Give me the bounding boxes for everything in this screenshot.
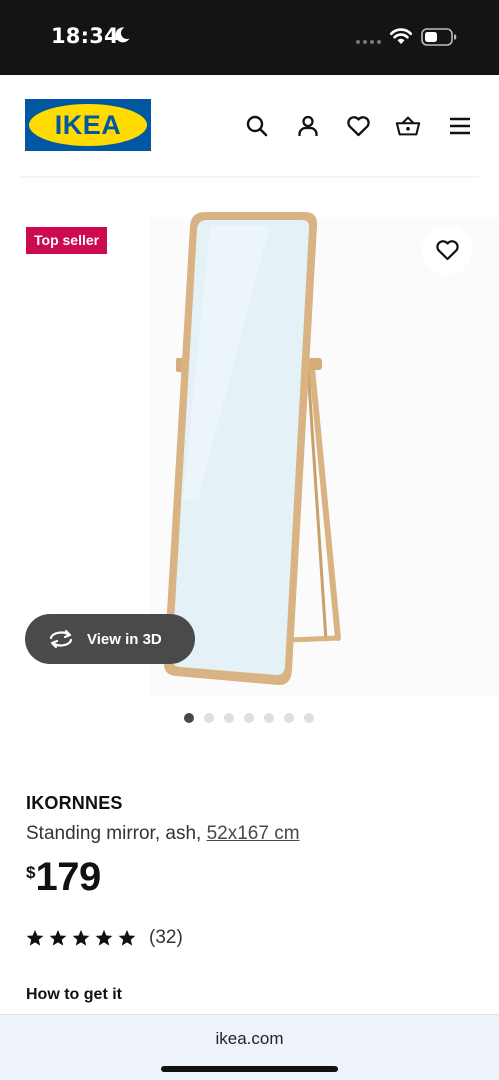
account-icon[interactable] xyxy=(295,113,321,139)
rating-stars xyxy=(26,929,136,947)
search-icon[interactable] xyxy=(244,113,270,139)
pager-dot[interactable] xyxy=(204,713,214,723)
image-pager[interactable] xyxy=(184,713,314,723)
pager-dot[interactable] xyxy=(224,713,234,723)
heart-icon[interactable] xyxy=(345,113,371,139)
pager-dot[interactable] xyxy=(304,713,314,723)
product-type: Standing mirror, ash, xyxy=(26,823,207,844)
moon-icon xyxy=(115,27,130,43)
ikea-logo[interactable]: IKEA xyxy=(25,99,151,151)
star-icon xyxy=(72,929,90,946)
rating-count[interactable]: (32) xyxy=(149,927,183,949)
star-icon xyxy=(26,929,44,946)
how-to-get-it-heading: How to get it xyxy=(26,986,122,1003)
pager-dot[interactable] xyxy=(264,713,274,723)
price-currency: $ xyxy=(26,863,36,882)
star-icon xyxy=(118,929,136,946)
pager-dot[interactable] xyxy=(284,713,294,723)
menu-icon[interactable] xyxy=(447,113,473,139)
rotate-3d-icon xyxy=(49,629,73,649)
view-in-3d-button[interactable]: View in 3D xyxy=(25,614,195,664)
product-name: IKORNNES xyxy=(26,793,123,813)
view-in-3d-label: View in 3D xyxy=(87,630,162,648)
pager-dot[interactable] xyxy=(244,713,254,723)
star-icon xyxy=(49,929,67,946)
home-indicator xyxy=(161,1066,338,1072)
product-image-gallery[interactable]: Top seller View in 3D xyxy=(0,200,499,696)
site-header: IKEA xyxy=(0,75,499,175)
signal-dots-icon xyxy=(356,40,381,44)
heart-icon xyxy=(435,240,459,261)
status-time: 18:34 xyxy=(51,24,119,48)
basket-icon[interactable] xyxy=(395,113,421,139)
product-size-link[interactable]: 52x167 cm xyxy=(207,823,300,844)
wifi-icon xyxy=(389,28,413,44)
add-to-favourites-button[interactable] xyxy=(422,225,472,275)
star-icon xyxy=(95,929,113,946)
status-bar: 18:34 xyxy=(0,0,499,75)
product-rating[interactable]: (32) xyxy=(26,927,183,949)
browser-address-bar[interactable]: ikea.com xyxy=(0,1014,499,1080)
top-seller-badge: Top seller xyxy=(26,227,108,254)
header-divider xyxy=(20,176,479,178)
product-description: Standing mirror, ash, 52x167 cm xyxy=(26,823,300,845)
svg-text:IKEA: IKEA xyxy=(55,110,122,140)
pager-dot-active[interactable] xyxy=(184,713,194,723)
battery-icon xyxy=(421,28,457,46)
price-amount: 179 xyxy=(35,855,101,899)
address-url[interactable]: ikea.com xyxy=(0,1029,499,1049)
product-price: $179 xyxy=(26,855,101,900)
